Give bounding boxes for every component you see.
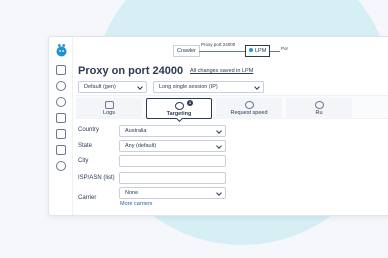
proxy-icon[interactable] xyxy=(56,113,66,123)
proxy-port-label: Proxy port 24000 xyxy=(201,42,236,47)
preset-select-value: Default (gen) xyxy=(84,84,116,90)
tab-label: Logs xyxy=(103,110,115,116)
more-carriers-link[interactable]: More carriers xyxy=(120,201,152,207)
preset-select[interactable]: Default (gen) xyxy=(78,81,147,93)
logo-icon xyxy=(56,44,67,57)
carrier-select[interactable]: None xyxy=(119,187,226,199)
chevron-down-icon xyxy=(216,190,222,196)
pipeline-connector xyxy=(199,51,245,52)
chevron-down-icon xyxy=(216,128,222,134)
state-label: State xyxy=(78,143,93,149)
chevron-down-icon xyxy=(137,84,143,90)
isp-asn-input[interactable] xyxy=(119,172,226,184)
lpm-dot-icon xyxy=(249,48,253,52)
saved-status-link[interactable]: All changes saved in LPM xyxy=(190,68,253,74)
state-select[interactable]: Any (default) xyxy=(119,140,226,152)
page-title: Proxy on port 24000 xyxy=(78,65,184,77)
country-select-value: Australia xyxy=(125,128,147,134)
pipeline-connector xyxy=(270,51,280,52)
tab-label: Ru xyxy=(315,110,323,116)
lpm-label: LPM xyxy=(255,48,267,54)
chevron-down-icon xyxy=(254,84,260,90)
speed-icon xyxy=(244,101,254,109)
overview-icon[interactable] xyxy=(56,65,66,75)
notification-badge: 1 xyxy=(187,100,193,106)
city-label: City xyxy=(78,158,89,164)
chevron-down-icon xyxy=(216,143,222,149)
tab-label: Request speed xyxy=(230,110,268,116)
target-icon xyxy=(174,102,184,110)
city-input[interactable] xyxy=(119,155,226,167)
lpm-node[interactable]: LPM xyxy=(245,45,271,57)
tab-rules[interactable]: Ru xyxy=(286,98,352,119)
logs-icon xyxy=(104,101,114,109)
session-select-value: Long single session (IP) xyxy=(159,84,218,90)
country-label: Country xyxy=(78,127,100,133)
carrier-label: Carrier xyxy=(78,195,97,201)
rules-icon[interactable] xyxy=(56,145,66,155)
crawler-node: Crawler xyxy=(173,45,200,57)
isp-asn-label: ISP/ASN (list) xyxy=(78,175,115,181)
sidebar-rail xyxy=(49,37,73,215)
state-select-value: Any (default) xyxy=(125,143,157,149)
stats-icon[interactable] xyxy=(56,129,66,139)
rules-icon xyxy=(314,101,324,109)
carrier-select-value: None xyxy=(125,190,139,196)
history-icon[interactable] xyxy=(56,97,66,107)
tab-logs[interactable]: Logs xyxy=(76,98,142,119)
settings-icon[interactable] xyxy=(56,81,66,91)
app-window: Crawler Proxy port 24000 LPM Por Proxy o… xyxy=(48,36,388,216)
globe-icon[interactable] xyxy=(56,161,66,171)
tab-bar: Logs Targeting 1 Request speed Ru xyxy=(76,95,388,123)
country-select[interactable]: Australia xyxy=(119,125,226,137)
next-node-label: Por xyxy=(281,46,289,51)
session-select[interactable]: Long single session (IP) xyxy=(153,81,264,93)
tab-request-speed[interactable]: Request speed xyxy=(216,98,282,119)
tab-targeting[interactable]: Targeting 1 xyxy=(146,98,212,123)
